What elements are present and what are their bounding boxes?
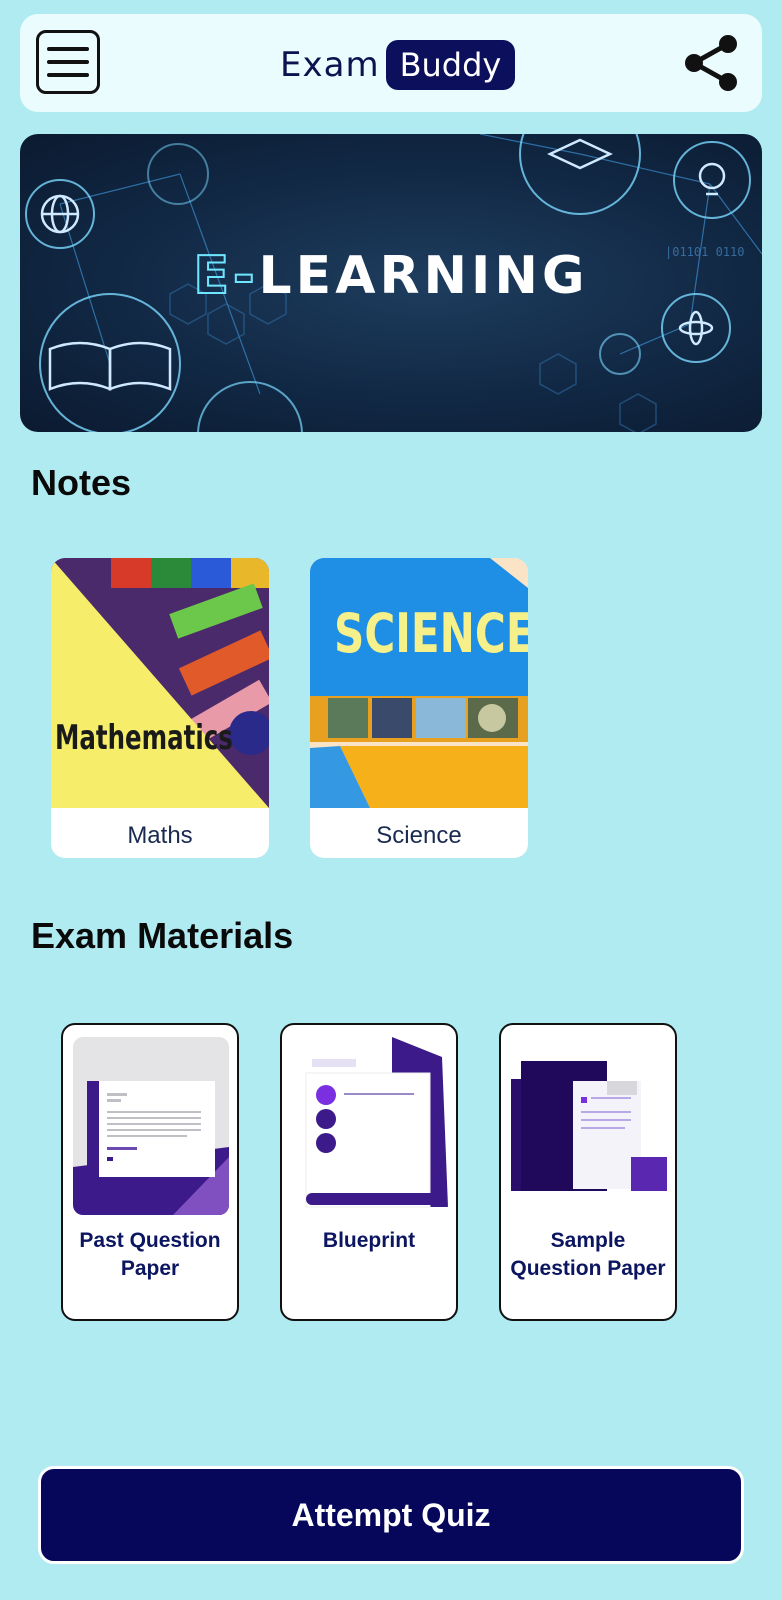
material-card-past-question-paper[interactable]: Past Question Paper xyxy=(61,1023,239,1321)
logo-buddy-badge: Buddy xyxy=(385,40,516,90)
app-logo: Exam Buddy xyxy=(280,38,516,92)
material-label-sample-question-paper: Sample Question Paper xyxy=(510,1229,666,1280)
material-card-blueprint[interactable]: Blueprint xyxy=(280,1023,458,1321)
logo-exam-text: Exam xyxy=(280,45,380,85)
note-label-science: Science xyxy=(376,822,462,849)
note-label-maths: Maths xyxy=(127,822,193,849)
maths-cover-image: Mathematics xyxy=(51,558,269,808)
hamburger-menu-icon[interactable] xyxy=(36,30,100,94)
app-header: Exam Buddy xyxy=(20,14,762,112)
banner-title-prefix: E- xyxy=(192,245,259,307)
attempt-quiz-button[interactable]: Attempt Quiz xyxy=(38,1466,744,1564)
past-paper-image xyxy=(73,1037,229,1215)
share-icon[interactable] xyxy=(682,34,740,92)
sample-paper-image xyxy=(511,1037,667,1215)
material-label-past-question-paper: Past Question Paper xyxy=(79,1229,221,1280)
note-card-maths[interactable]: Mathematics Maths xyxy=(51,558,269,858)
elearning-banner: |01101 0110 E-LEARNING xyxy=(20,134,762,432)
science-cover-image: SCIENCE xyxy=(310,558,528,808)
blueprint-image xyxy=(292,1037,448,1215)
exam-materials-section-title: Exam Materials xyxy=(31,915,294,956)
science-cover-text: SCIENCE xyxy=(333,602,528,665)
banner-title-main: LEARNING xyxy=(258,246,589,306)
material-card-sample-question-paper[interactable]: Sample Question Paper xyxy=(499,1023,677,1321)
banner-title: E-LEARNING xyxy=(20,245,762,307)
notes-section-title: Notes xyxy=(31,462,132,503)
material-label-blueprint: Blueprint xyxy=(322,1229,416,1252)
maths-cover-text: Mathematics xyxy=(55,718,233,758)
note-card-science[interactable]: SCIENCE Science xyxy=(310,558,528,858)
